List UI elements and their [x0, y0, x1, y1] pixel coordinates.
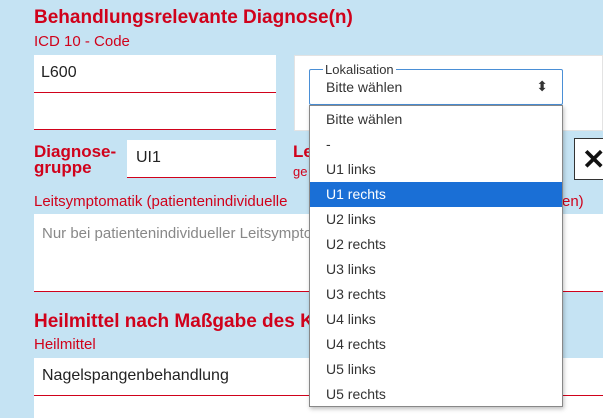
diagnosegruppe-label: Diagnose- gruppe — [34, 143, 116, 177]
lokalisation-option[interactable]: U4 links — [310, 307, 562, 332]
diagnosegruppe-label-line2: gruppe — [34, 158, 92, 177]
leitdiagnose-sublabel-fragment: ge — [293, 164, 308, 179]
lokalisation-option[interactable]: U2 rechts — [310, 232, 562, 257]
lokalisation-option[interactable]: - — [310, 132, 562, 157]
lokalisation-option[interactable]: U5 rechts — [310, 382, 562, 407]
heilmittel-value: Nagelspangenbehandlung — [42, 367, 229, 384]
icd-code-label: ICD 10 - Code — [34, 33, 130, 50]
lokalisation-option[interactable]: U4 rechts — [310, 332, 562, 357]
lokalisation-legend: Lokalisation — [323, 62, 396, 77]
leitsymptomatik-label-end: en) — [562, 193, 584, 210]
select-arrows-icon: ⬍ — [536, 78, 548, 94]
lokalisation-option[interactable]: U1 rechts — [310, 182, 562, 207]
lokalisation-option[interactable]: U5 links — [310, 357, 562, 382]
close-icon: ✕ — [582, 144, 603, 175]
icd-code-value: L600 — [41, 64, 77, 81]
icd-code-input-2[interactable] — [34, 93, 276, 130]
lokalisation-option[interactable]: U3 rechts — [310, 282, 562, 307]
diagnosegruppe-value: UI1 — [136, 149, 161, 166]
lokalisation-option[interactable]: Bitte wählen — [310, 107, 562, 132]
lokalisation-option[interactable]: U3 links — [310, 257, 562, 282]
heilmittel-label: Heilmittel — [34, 336, 96, 353]
diagnosegruppe-input[interactable]: UI1 — [127, 140, 276, 178]
heilmittel-section-title: Heilmittel nach Maßgabe des K — [34, 311, 314, 332]
icd-code-input[interactable]: L600 — [34, 55, 276, 93]
lokalisation-option[interactable]: U1 links — [310, 157, 562, 182]
remove-button[interactable]: ✕ — [574, 138, 603, 180]
lokalisation-option[interactable]: U2 links — [310, 207, 562, 232]
lokalisation-dropdown-list: Bitte wählen - U1 links U1 rechts U2 links U2… — [309, 105, 563, 407]
lokalisation-selected-value: Bitte wählen — [326, 79, 403, 95]
diagnose-section-title: Behandlungsrelevante Diagnose(n) — [34, 7, 353, 28]
leitsymptomatik-label: Leitsymptomatik (patientenindividuelle — [34, 193, 288, 210]
leitsymptomatik-placeholder: Nur bei patientenindividueller Leitsympt… — [42, 225, 348, 242]
